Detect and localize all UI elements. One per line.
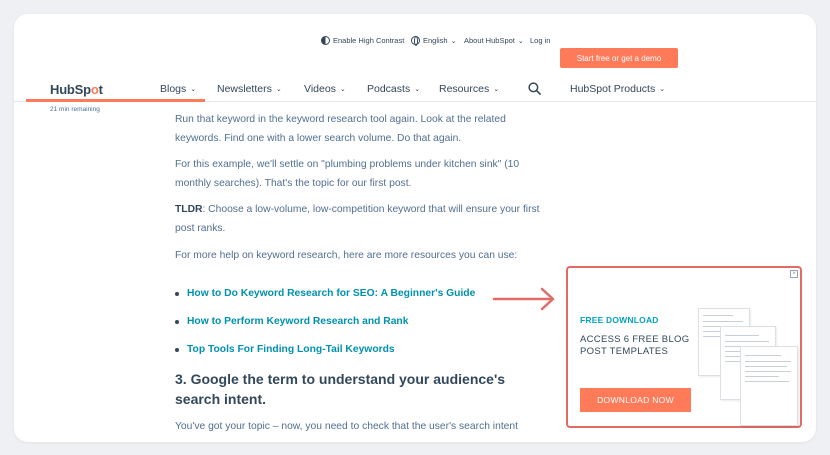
page-card: Enable High Contrast English ⌄ About Hub… [14, 14, 816, 442]
chevron-down-icon: ⌄ [659, 86, 666, 93]
list-item: How to Do Keyword Research for SEO: A Be… [175, 288, 475, 299]
template-preview-image [740, 346, 798, 426]
chevron-down-icon: ⌄ [275, 86, 282, 93]
high-contrast-toggle[interactable]: Enable High Contrast [321, 36, 404, 45]
resource-link-keyword-research-rank[interactable]: How to Perform Keyword Research and Rank [187, 316, 408, 327]
chevron-down-icon: ⌄ [517, 37, 524, 45]
about-label: About HubSpot [464, 36, 515, 45]
tldr-label: TLDR [175, 204, 203, 215]
nav-item-videos[interactable]: Videos ⌄ [304, 83, 346, 95]
ad-eyebrow: FREE DOWNLOAD [580, 315, 659, 325]
nav-item-label: Resources [439, 83, 490, 95]
high-contrast-label: Enable High Contrast [333, 36, 405, 45]
login-link[interactable]: Log in [530, 36, 550, 45]
nav-item-podcasts[interactable]: Podcasts ⌄ [367, 83, 420, 95]
free-download-ad: × FREE DOWNLOAD ACCESS 6 FREE BLOG POST … [566, 266, 802, 428]
language-selector[interactable]: English ⌄ [411, 36, 457, 46]
list-item: How to Perform Keyword Research and Rank [175, 316, 408, 327]
nav-item-hubspot-products[interactable]: HubSpot Products ⌄ [570, 83, 665, 95]
chevron-down-icon: ⌄ [339, 86, 346, 93]
globe-icon [411, 36, 420, 46]
tldr-paragraph: TLDR: Choose a low-volume, low-competiti… [175, 200, 545, 238]
resource-link-keyword-research-guide[interactable]: How to Do Keyword Research for SEO: A Be… [187, 288, 475, 299]
article-paragraph: For more help on keyword research, here … [175, 250, 518, 261]
tldr-text: : Choose a low-volume, low-competition k… [175, 204, 540, 234]
nav-item-resources[interactable]: Resources ⌄ [439, 83, 499, 95]
nav-item-newsletters[interactable]: Newsletters ⌄ [217, 83, 282, 95]
list-item: Top Tools For Finding Long-Tail Keywords [175, 344, 395, 355]
close-icon[interactable]: × [790, 270, 798, 278]
contrast-icon [321, 36, 330, 45]
article-paragraph: You've got your topic – now, you need to… [175, 421, 518, 432]
article-paragraph: For this example, we'll settle on "plumb… [175, 159, 520, 189]
nav-item-label: Newsletters [217, 83, 272, 95]
annotation-arrow-icon [492, 287, 555, 311]
hubspot-logo[interactable]: HubSpot [50, 82, 103, 97]
nav-item-blogs[interactable]: Blogs ⌄ [160, 83, 196, 95]
chevron-down-icon: ⌄ [190, 86, 197, 93]
ad-headline: ACCESS 6 FREE BLOG POST TEMPLATES [580, 334, 690, 357]
chevron-down-icon: ⌄ [450, 37, 457, 45]
bullet-icon [175, 319, 179, 324]
chevron-down-icon: ⌄ [493, 86, 500, 93]
section-heading: 3. Google the term to understand your au… [175, 371, 506, 407]
article-paragraph: Run that keyword in the keyword research… [175, 114, 506, 144]
bullet-icon [175, 291, 179, 296]
language-label: English [423, 36, 448, 45]
about-hubspot-menu[interactable]: About HubSpot ⌄ [464, 36, 524, 45]
resource-link-long-tail-tools[interactable]: Top Tools For Finding Long-Tail Keywords [187, 344, 395, 355]
utility-bar: Enable High Contrast English ⌄ About Hub… [14, 32, 816, 68]
search-icon[interactable] [528, 82, 541, 95]
download-now-button[interactable]: DOWNLOAD NOW [580, 388, 691, 412]
reading-time-remaining: 21 min remaining [50, 106, 100, 113]
nav-item-label: Blogs [160, 83, 187, 95]
chevron-down-icon: ⌄ [414, 86, 421, 93]
nav-item-label: Podcasts [367, 83, 411, 95]
bullet-icon [175, 347, 179, 352]
nav-item-label: HubSpot Products [570, 83, 656, 95]
reading-progress-bar [26, 99, 205, 102]
login-label: Log in [530, 36, 551, 45]
nav-item-label: Videos [304, 83, 336, 95]
main-nav: HubSpot Blogs ⌄ Newsletters ⌄ Videos ⌄ P… [14, 62, 816, 102]
